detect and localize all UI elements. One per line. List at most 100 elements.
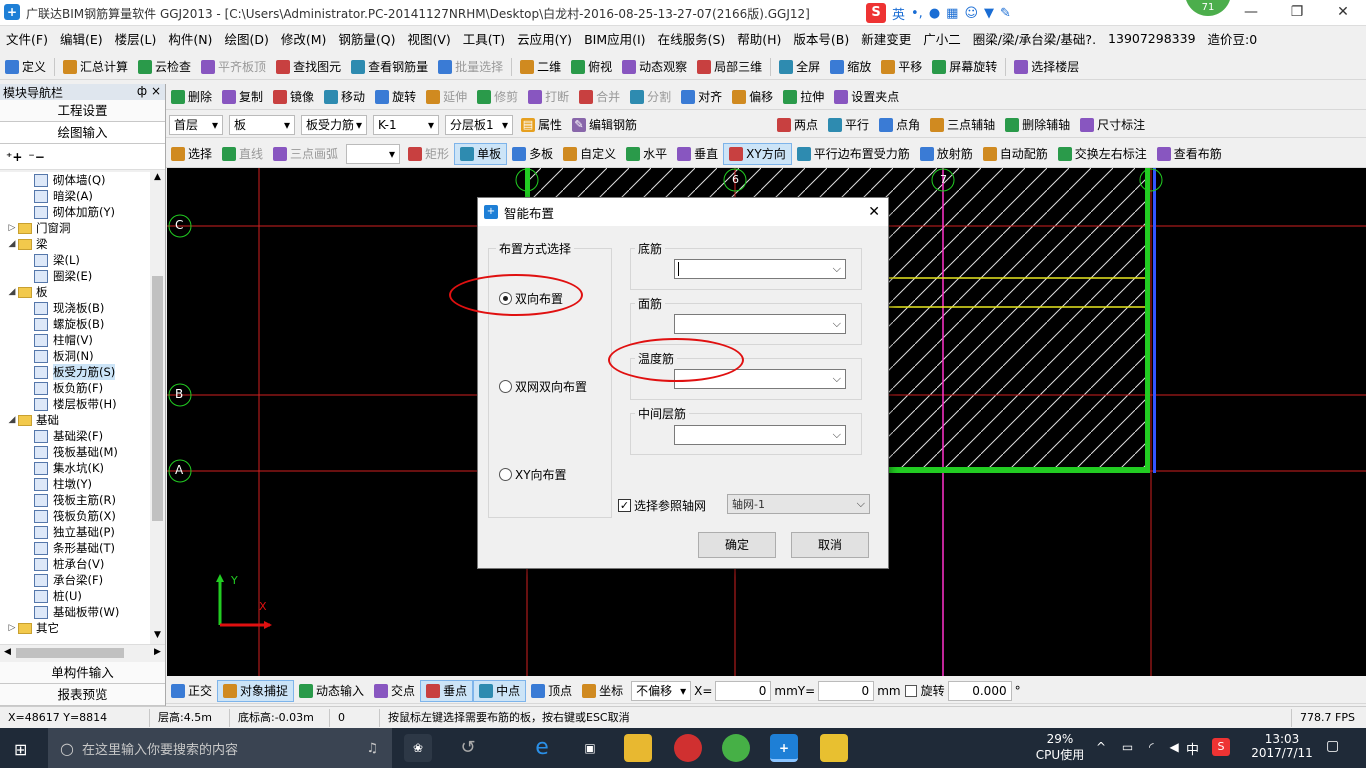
toolbar4-item-8[interactable]: 垂直 xyxy=(672,143,723,165)
nav-close-icon[interactable]: × xyxy=(151,84,161,98)
toolbar4-item-14[interactable]: 查看布筋 xyxy=(1152,143,1227,165)
ref-axis-checkbox[interactable]: ✓ 选择参照轴网 xyxy=(618,497,706,514)
tree-item[interactable]: ▷ 门窗洞 xyxy=(0,220,150,236)
toolbar2-item-6[interactable]: 修剪 xyxy=(472,86,523,108)
ok-button[interactable]: 确定 xyxy=(698,532,776,558)
toolbar4-item-2[interactable]: 三点画弧 xyxy=(268,143,343,165)
mic-icon[interactable]: ● xyxy=(929,6,940,21)
store-icon[interactable]: ▣ xyxy=(576,734,604,762)
floor-select[interactable]: 首层 ▾ xyxy=(169,114,223,135)
keyboard-icon[interactable]: ▦ xyxy=(946,6,958,21)
sogou-tray-icon[interactable]: S xyxy=(1212,738,1230,756)
ime-toolbar[interactable]: S 英 •, ● ▦ ☺ ▼ ✎ xyxy=(866,2,1056,24)
toolbar1-item-9[interactable]: 动态观察 xyxy=(617,56,692,78)
tree-item[interactable]: 桩(U) xyxy=(0,588,150,604)
menu-item-9[interactable]: 云应用(Y) xyxy=(511,29,578,48)
top-rebar-select[interactable]: ⌵ xyxy=(674,314,846,334)
tree-expander-icon[interactable]: ◢ xyxy=(6,412,18,428)
menu-item-8[interactable]: 工具(T) xyxy=(457,29,511,48)
glodon-app-icon[interactable]: + xyxy=(770,734,798,762)
toolbar4-item-10[interactable]: 平行边布置受力筋 xyxy=(792,143,915,165)
snap-item-5[interactable]: 中点 xyxy=(473,679,527,702)
toolbar1-item-4[interactable]: 查找图元 xyxy=(271,56,346,78)
toolbar3-item-5[interactable]: 尺寸标注 xyxy=(1075,114,1150,136)
tree-item[interactable]: 现浇板(B) xyxy=(0,300,150,316)
snap-item-2[interactable]: 动态输入 xyxy=(294,680,369,702)
toolbar4-item-3[interactable]: 矩形 xyxy=(403,143,454,165)
menu-item-4[interactable]: 绘图(D) xyxy=(218,29,274,48)
mic-icon[interactable]: ♫ xyxy=(366,741,378,756)
windows-start-icon[interactable]: ⊞ xyxy=(14,740,27,759)
toolbar1-item-8[interactable]: 俯视 xyxy=(566,56,617,78)
app-swirl-icon[interactable]: ↺ xyxy=(454,734,482,762)
toolbar1-item-1[interactable]: 汇总计算 xyxy=(58,56,133,78)
edge-icon[interactable]: e xyxy=(528,734,556,762)
toolbar1-item-0[interactable]: 定义 xyxy=(0,56,51,78)
toolbar4-item-12[interactable]: 自动配筋 xyxy=(978,143,1053,165)
tree-item[interactable]: 板受力筋(S) xyxy=(0,364,150,380)
toolbar4-item-9[interactable]: XY方向 xyxy=(723,142,792,165)
taskbar-search[interactable]: ○ 在这里输入你要搜索的内容 ♫ xyxy=(48,728,392,768)
tree-item[interactable]: ▷ 其它 xyxy=(0,620,150,636)
tree-item[interactable]: 桩承台(V) xyxy=(0,556,150,572)
clock[interactable]: 13:03 2017/7/11 xyxy=(1250,732,1314,760)
toolbar2-item-9[interactable]: 分割 xyxy=(625,86,676,108)
snap-item-0[interactable]: 正交 xyxy=(166,680,217,702)
ime-punct-icon[interactable]: •, xyxy=(911,6,923,21)
snap-item-6[interactable]: 顶点 xyxy=(526,680,577,702)
tree-item[interactable]: 柱帽(V) xyxy=(0,332,150,348)
notification-badge[interactable]: 71 xyxy=(1185,0,1231,16)
toolbar2-item-4[interactable]: 旋转 xyxy=(370,86,421,108)
tree-item[interactable]: ◢ 板 xyxy=(0,284,150,300)
menu-item-15[interactable]: 广小二 xyxy=(917,29,967,48)
toolbar4-item-11[interactable]: 放射筋 xyxy=(915,143,978,165)
single-component-button[interactable]: 单构件输入 xyxy=(0,662,165,684)
toolbar2-item-10[interactable]: 对齐 xyxy=(676,86,727,108)
toolbar1-item-14[interactable]: 屏幕旋转 xyxy=(927,56,1002,78)
tree-expander-icon[interactable]: ◢ xyxy=(6,284,18,300)
toolbar2-item-3[interactable]: 移动 xyxy=(319,86,370,108)
pin-icon[interactable]: ф xyxy=(137,84,147,98)
action-center-icon[interactable]: ▢ xyxy=(1326,738,1339,754)
toolbar4-item-6[interactable]: 自定义 xyxy=(558,143,621,165)
toolbar1-item-10[interactable]: 局部三维 xyxy=(692,56,767,78)
toolbar2-item-5[interactable]: 延伸 xyxy=(421,86,472,108)
collapse-all-icon[interactable]: ⁻− xyxy=(28,150,44,164)
toolbar4-item-13[interactable]: 交换左右标注 xyxy=(1053,143,1152,165)
tree-item[interactable]: 筏板负筋(X) xyxy=(0,508,150,524)
snap-item-4[interactable]: 垂点 xyxy=(420,679,474,702)
toolbar4-item-4[interactable]: 单板 xyxy=(454,142,508,165)
toolbar1-item-12[interactable]: 缩放 xyxy=(825,56,876,78)
snap-item-3[interactable]: 交点 xyxy=(369,680,420,702)
tree-item[interactable]: 梁(L) xyxy=(0,252,150,268)
menu-item-13[interactable]: 版本号(B) xyxy=(787,29,855,48)
attr-button[interactable]: ▤ 属性 xyxy=(516,114,567,136)
file-explorer-icon[interactable] xyxy=(624,734,652,762)
menu-item-18[interactable]: 造价豆:0 xyxy=(1202,29,1264,48)
toolbar2-item-1[interactable]: 复制 xyxy=(217,86,268,108)
tree-item[interactable]: 筏板基础(M) xyxy=(0,444,150,460)
y-input[interactable]: 0 xyxy=(818,680,875,701)
toolbar1-item-3[interactable]: 平齐板顶 xyxy=(196,56,271,78)
toolbar3-item-0[interactable]: 两点 xyxy=(772,114,823,136)
dialog-close-icon[interactable]: ✕ xyxy=(868,204,880,220)
tree-item[interactable]: ◢ 梁 xyxy=(0,236,150,252)
minimize-button[interactable]: — xyxy=(1228,0,1274,26)
rotate-checkbox[interactable] xyxy=(904,684,917,697)
toolbar1-item-15[interactable]: 选择楼层 xyxy=(1009,56,1084,78)
menu-item-14[interactable]: 新建变更 xyxy=(855,29,917,48)
notes-app-icon[interactable] xyxy=(820,734,848,762)
close-button[interactable]: ✕ xyxy=(1320,0,1366,26)
toolbar1-item-5[interactable]: 查看钢筋量 xyxy=(346,56,433,78)
restore-button[interactable]: ❐ xyxy=(1274,0,1320,26)
skin-icon[interactable]: ☺ xyxy=(964,6,978,21)
ime-mode[interactable]: 英 xyxy=(892,4,905,23)
item-select[interactable]: K-1 ▾ xyxy=(373,114,439,135)
toolbar1-item-2[interactable]: 云检查 xyxy=(133,56,196,78)
radio-double-net[interactable]: 双网双向布置 xyxy=(499,378,587,395)
tree-item[interactable]: 板负筋(F) xyxy=(0,380,150,396)
axis-grid-select[interactable]: 轴网-1 ⌵ xyxy=(727,494,870,514)
edit-rebar-button[interactable]: ✎ 编辑钢筋 xyxy=(567,114,642,136)
tree-item[interactable]: 筏板主筋(R) xyxy=(0,492,150,508)
subtype-select[interactable]: 板受力筋 ▾ xyxy=(301,114,367,135)
